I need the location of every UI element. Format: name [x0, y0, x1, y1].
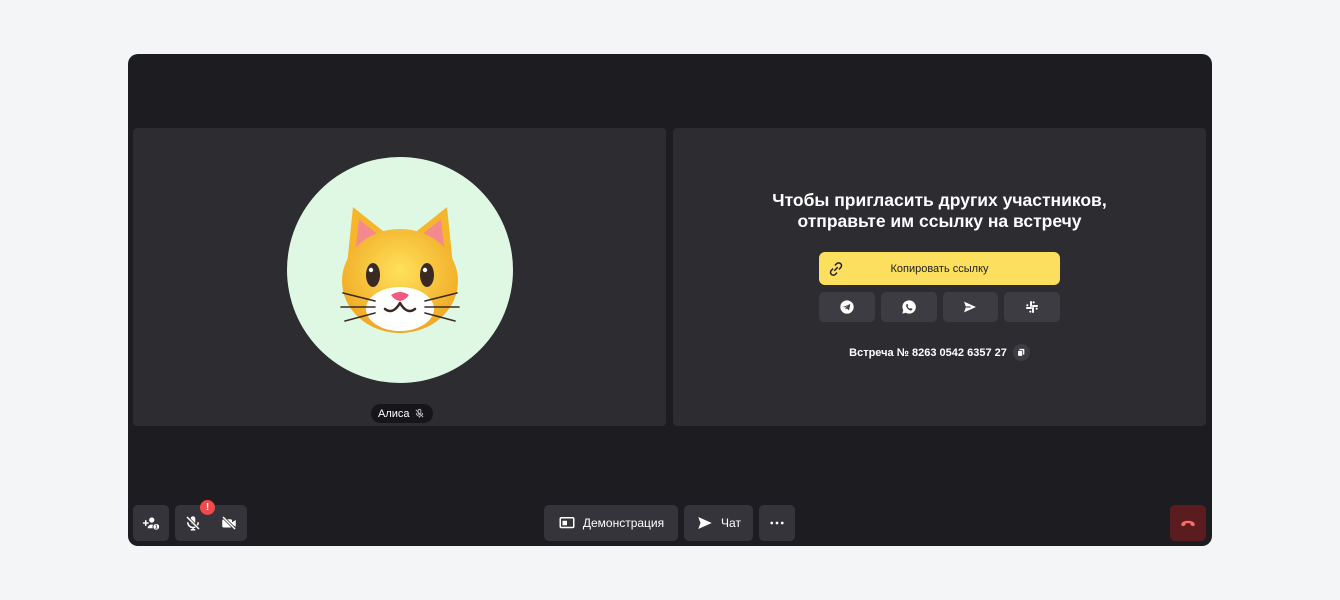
invite-panel: Чтобы пригласить других участников, отпр… — [673, 128, 1206, 426]
invite-title-line-1: Чтобы пригласить других участников, — [772, 190, 1107, 210]
mic-alert-badge: ! — [200, 500, 215, 515]
meeting-window: Алиса Чтобы пригласить других участников… — [128, 54, 1212, 546]
more-options-button[interactable] — [759, 505, 795, 541]
chat-label: Чат — [721, 516, 741, 530]
participant-tile[interactable]: Алиса — [133, 128, 666, 426]
share-slack-button[interactable] — [1004, 292, 1060, 322]
send-icon — [698, 517, 712, 529]
link-icon — [829, 262, 843, 276]
copy-link-button[interactable]: Копировать ссылку — [819, 252, 1060, 285]
whatsapp-icon — [901, 300, 916, 314]
invite-participants-button[interactable]: 1 — [133, 505, 169, 541]
share-send-button[interactable] — [942, 292, 999, 322]
hang-up-icon — [1181, 520, 1195, 527]
meeting-id-row: Встреча № 8263 0542 6357 27 — [673, 344, 1206, 361]
end-call-button[interactable] — [1170, 505, 1206, 541]
screen-share-button[interactable]: Демонстрация — [544, 505, 678, 541]
send-icon — [964, 301, 977, 313]
more-dots-icon — [770, 521, 784, 525]
copy-icon — [1017, 348, 1025, 357]
copy-link-label: Копировать ссылку — [890, 262, 989, 275]
add-participant-icon: 1 — [142, 517, 160, 531]
share-whatsapp-button[interactable] — [880, 292, 937, 322]
invite-title-line-2: отправьте им ссылку на встречу — [797, 211, 1082, 231]
share-telegram-button[interactable] — [819, 292, 875, 322]
copy-meeting-id-button[interactable] — [1012, 344, 1030, 361]
screen-share-label: Демонстрация — [582, 516, 665, 530]
meeting-id-label: Встреча № 8263 0542 6357 27 — [849, 346, 1007, 359]
share-buttons — [819, 292, 1060, 322]
chat-button[interactable]: Чат — [684, 505, 753, 541]
telegram-icon — [840, 300, 854, 314]
slack-icon — [1026, 301, 1039, 313]
avatar — [287, 157, 513, 383]
invite-count: 1 — [155, 525, 158, 531]
mic-off-icon — [185, 515, 201, 531]
participant-name-badge: Алиса — [371, 404, 433, 423]
participant-name: Алиса — [378, 407, 410, 420]
screen-share-icon — [559, 517, 575, 529]
camera-off-icon — [221, 515, 237, 531]
camera-toggle-button[interactable] — [211, 505, 247, 541]
mic-off-icon — [415, 408, 424, 418]
cat-face-emoji-icon — [340, 207, 460, 333]
invite-title: Чтобы пригласить других участников, отпр… — [673, 190, 1206, 232]
